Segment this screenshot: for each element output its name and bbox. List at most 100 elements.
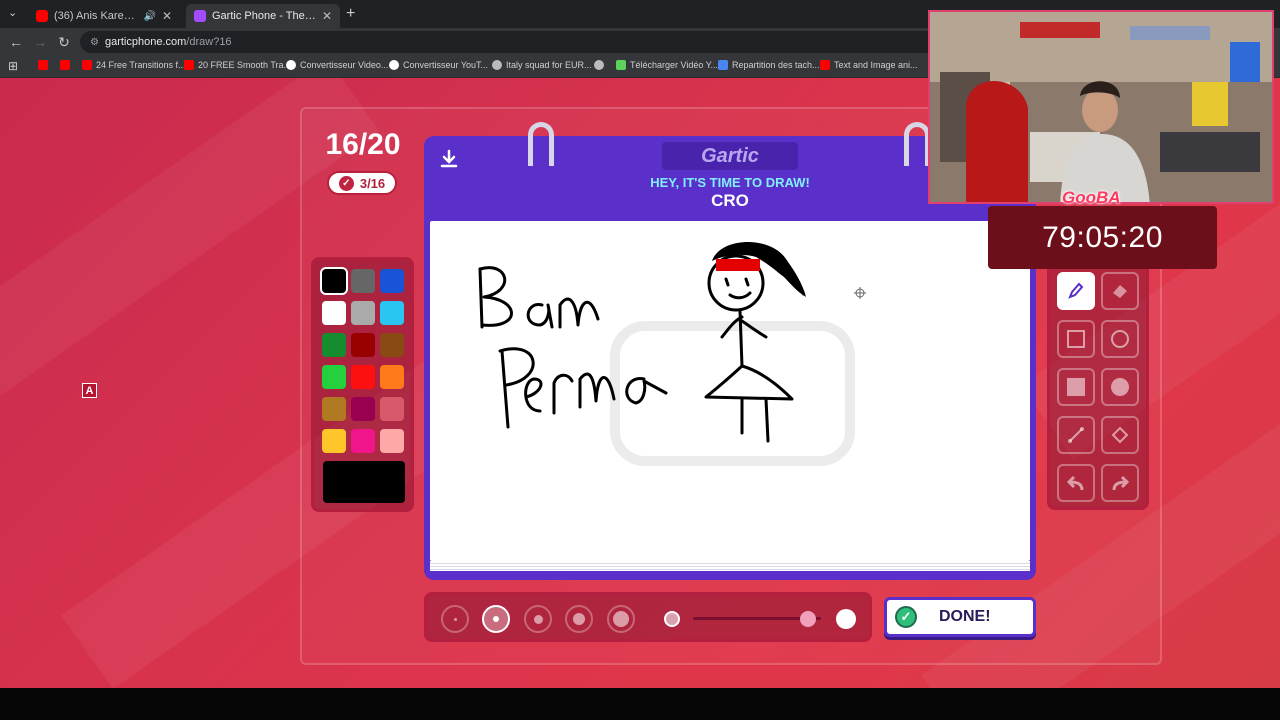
new-tab-plus-icon[interactable]: + xyxy=(346,5,355,23)
players-done-badge: ✓ 3/16 xyxy=(327,171,397,195)
color-swatch[interactable] xyxy=(351,429,375,453)
brush-size-5[interactable] xyxy=(607,605,635,633)
bookmark-label: Repartition des tach... xyxy=(732,60,820,70)
google-icon xyxy=(389,60,399,70)
bookmark[interactable] xyxy=(38,60,52,70)
bookmark[interactable] xyxy=(60,60,74,70)
youtube-icon xyxy=(820,60,830,70)
back-arrow-icon[interactable]: ← xyxy=(8,34,24,50)
tab-title: Gartic Phone - The Telephone G xyxy=(212,10,316,22)
color-palette xyxy=(311,257,414,512)
opacity-slider-handle[interactable] xyxy=(800,611,817,627)
color-swatch[interactable] xyxy=(380,269,404,293)
youtube-icon xyxy=(82,60,92,70)
brush-size-4[interactable] xyxy=(565,605,593,633)
color-swatch[interactable] xyxy=(380,333,404,357)
close-icon[interactable]: ✕ xyxy=(322,9,332,23)
brush-size-2[interactable] xyxy=(482,605,510,633)
check-icon: ✓ xyxy=(338,175,354,191)
circle-filled-icon[interactable] xyxy=(1101,368,1139,406)
color-swatch[interactable] xyxy=(380,429,404,453)
bookmark[interactable]: Convertisseur Video... xyxy=(286,60,388,70)
brush-size-bar xyxy=(424,592,872,642)
color-swatch[interactable] xyxy=(351,365,375,389)
download-icon[interactable] xyxy=(438,148,460,170)
done-button-label: DONE! xyxy=(939,608,991,625)
eraser-tool-icon[interactable] xyxy=(1101,272,1139,310)
bookmark-label: Convertisseur Video... xyxy=(300,60,389,70)
youtube-icon xyxy=(60,60,70,70)
color-swatch[interactable] xyxy=(380,365,404,389)
apps-grid-icon[interactable]: ⊞ xyxy=(8,59,18,73)
tool-panel xyxy=(1047,262,1149,510)
rectangle-outline-icon[interactable] xyxy=(1057,320,1095,358)
undo-icon[interactable] xyxy=(1057,464,1095,502)
gartic-logo: Gartic xyxy=(662,142,798,170)
bookmark[interactable]: Text and Image ani... xyxy=(820,60,918,70)
reload-icon[interactable]: ↻ xyxy=(56,34,72,51)
brush-size-1[interactable] xyxy=(441,605,469,633)
bookmark[interactable]: Repartition des tach... xyxy=(718,60,820,70)
fill-bucket-icon[interactable] xyxy=(1101,416,1139,454)
webcam-overlay xyxy=(928,10,1274,204)
webcam-feed xyxy=(930,12,1272,202)
download-icon xyxy=(616,60,626,70)
redo-icon[interactable] xyxy=(1101,464,1139,502)
gartic-favicon-icon xyxy=(194,10,206,22)
screen: ⌄ (36) Anis Karek - Rhim - You 🔊 ✕ Garti… xyxy=(0,0,1280,720)
drawing-canvas[interactable] xyxy=(430,221,1030,561)
site-info-icon[interactable]: ⚙ xyxy=(90,37,99,48)
done-button[interactable]: ✓ DONE! xyxy=(884,597,1036,637)
paper-stack xyxy=(430,561,1030,571)
color-swatch[interactable] xyxy=(322,397,346,421)
tab-gartic[interactable]: Gartic Phone - The Telephone G ✕ xyxy=(186,4,340,28)
pen-tool-icon[interactable] xyxy=(1057,272,1095,310)
tab-search-chevron-icon[interactable]: ⌄ xyxy=(8,6,17,19)
color-swatch[interactable] xyxy=(322,333,346,357)
color-swatch[interactable] xyxy=(322,429,346,453)
color-swatch[interactable] xyxy=(351,333,375,357)
bookmark[interactable]: 24 Free Transitions f... xyxy=(82,60,186,70)
color-swatch[interactable] xyxy=(380,397,404,421)
round-counter: 16/20 xyxy=(325,128,401,161)
brush-size-3[interactable] xyxy=(524,605,552,633)
red-headband xyxy=(716,259,760,271)
check-icon: ✓ xyxy=(895,606,917,628)
bookmark[interactable]: Convertisseur YouT... xyxy=(389,60,488,70)
google-icon xyxy=(286,60,296,70)
forward-arrow-icon[interactable]: → xyxy=(32,34,48,50)
stream-timer: 79:05:20 xyxy=(988,206,1217,269)
color-swatch[interactable] xyxy=(351,301,375,325)
drawing-strokes xyxy=(478,241,866,466)
youtube-favicon-icon xyxy=(36,10,48,22)
bookmark[interactable]: Italy squad for EUR... xyxy=(492,60,592,70)
speaker-icon[interactable]: 🔊 xyxy=(143,11,155,22)
color-swatch[interactable] xyxy=(351,269,375,293)
bookmark[interactable]: Télécharger Vidéo Y... xyxy=(616,60,718,70)
circle-outline-icon[interactable] xyxy=(1101,320,1139,358)
url-input[interactable]: ⚙ garticphone.com/draw?16 xyxy=(80,31,940,53)
rectangle-filled-icon[interactable] xyxy=(1057,368,1095,406)
streamer-name: GooBA xyxy=(1062,188,1121,207)
line-tool-icon[interactable] xyxy=(1057,416,1095,454)
canvas-watermark xyxy=(610,321,855,466)
opacity-min-dot xyxy=(664,611,680,627)
color-swatch[interactable] xyxy=(380,301,404,325)
timer-text: 79:05:20 xyxy=(1042,220,1163,254)
players-done-count: 3/16 xyxy=(359,175,386,191)
youtube-icon xyxy=(184,60,194,70)
bookmark-label: Text and Image ani... xyxy=(834,60,918,70)
color-swatch[interactable] xyxy=(351,397,375,421)
tab-youtube[interactable]: (36) Anis Karek - Rhim - You 🔊 ✕ xyxy=(28,4,180,28)
opacity-max-dot xyxy=(836,609,856,629)
bookmark-label: Télécharger Vidéo Y... xyxy=(630,60,719,70)
docs-icon xyxy=(718,60,728,70)
tab-title: (36) Anis Karek - Rhim - You xyxy=(54,10,137,22)
color-swatch[interactable] xyxy=(322,269,346,293)
bookmark-label: 20 FREE Smooth Tra... xyxy=(198,60,292,70)
bookmark[interactable]: 20 FREE Smooth Tra... xyxy=(184,60,291,70)
color-swatch[interactable] xyxy=(322,365,346,389)
bookmark[interactable] xyxy=(594,60,608,70)
color-swatch[interactable] xyxy=(322,301,346,325)
close-icon[interactable]: ✕ xyxy=(162,9,172,23)
